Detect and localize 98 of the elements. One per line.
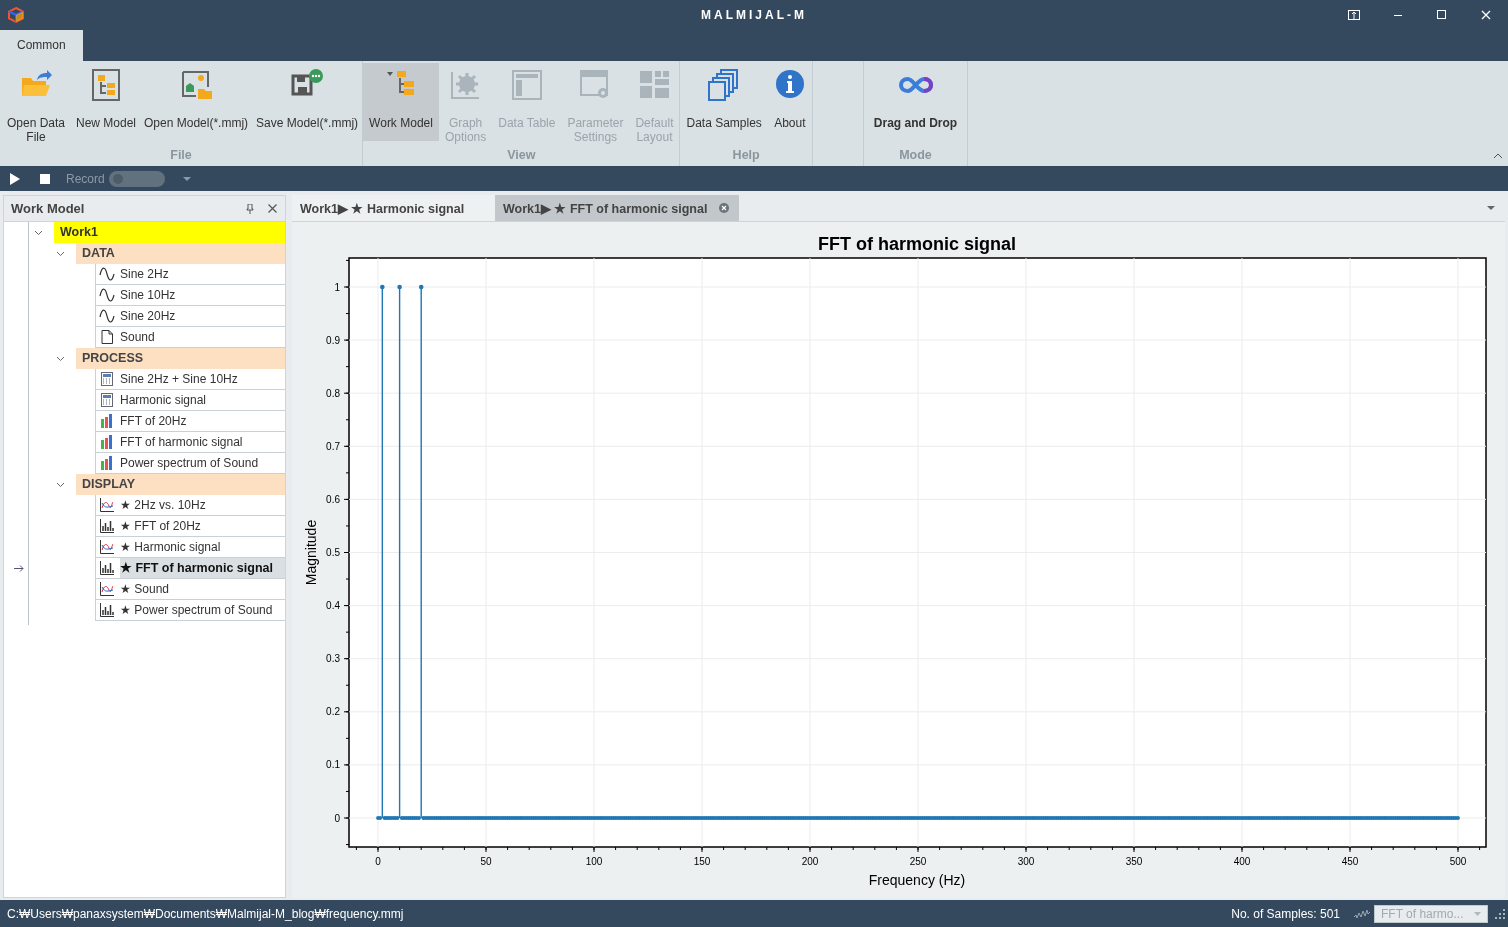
tree-document-icon: [91, 68, 121, 102]
x-tick-label: 300: [1017, 856, 1035, 867]
record-toggle[interactable]: [108, 170, 165, 187]
x-tick-label: 100: [585, 856, 603, 867]
y-tick-label: 0.4: [326, 600, 340, 612]
tree-item[interactable]: Sound: [120, 327, 285, 347]
line-chart-icon: [99, 539, 115, 555]
tree-item[interactable]: FFT of harmonic signal: [120, 432, 285, 452]
group-label: View: [506, 148, 537, 164]
tree-item[interactable]: ★ Sound: [120, 579, 285, 599]
tree-group-item[interactable]: PROCESS: [76, 347, 285, 370]
tree-item[interactable]: ★ FFT of harmonic signal: [120, 558, 285, 578]
table-icon: [509, 68, 544, 102]
ribbon-button[interactable]: Open Data File: [0, 63, 72, 141]
y-tick-label: 0.8: [326, 387, 340, 399]
tree-item[interactable]: ★ Power spectrum of Sound: [120, 600, 285, 620]
picture-folder-icon: [179, 68, 214, 102]
calculator-icon: [99, 392, 115, 408]
ribbon-tab[interactable]: Common: [0, 30, 83, 61]
tree-item[interactable]: Power spectrum of Sound: [120, 453, 285, 473]
sample-count: No. of Samples: 501: [1231, 906, 1340, 921]
calculator-icon: [99, 371, 115, 387]
y-tick-label: 0.7: [326, 440, 340, 452]
tree-item[interactable]: ★ Harmonic signal: [120, 537, 285, 557]
y-tick-label: 0: [334, 812, 340, 824]
sine-wave-icon: [99, 287, 115, 303]
bar-chart-icon: [99, 455, 115, 471]
x-tick-label: 500: [1449, 856, 1467, 867]
tree-group-item[interactable]: DISPLAY: [76, 473, 285, 496]
group-label: File: [169, 148, 193, 164]
ribbon-button[interactable]: About: [767, 63, 812, 141]
stop-icon[interactable]: [40, 173, 50, 184]
y-axis-label: Magnitude: [303, 519, 319, 586]
x-tick-label: 250: [909, 856, 927, 867]
tree-item[interactable]: Sine 2Hz: [120, 264, 285, 284]
current-arrow-icon: [14, 565, 24, 572]
resize-grip-icon: [1494, 907, 1506, 920]
ribbon-button[interactable]: Work Model: [363, 63, 439, 141]
ribbon-button[interactable]: Save Model(*.mmj): [252, 63, 363, 141]
file-path: C:₩Users₩panaxsystem₩Documents₩Malmijal-M_blog₩frequency.mmj: [7, 906, 405, 921]
record-label: Record: [66, 171, 105, 186]
ribbon-button[interactable]: New Model: [72, 63, 141, 141]
y-tick-label: 0.2: [326, 706, 340, 718]
y-tick-label: 0.6: [326, 493, 340, 505]
tree-item[interactable]: Sine 10Hz: [120, 285, 285, 305]
bar-chart-icon: [99, 518, 115, 534]
maximize-icon[interactable]: [1437, 10, 1447, 20]
close-icon[interactable]: [719, 203, 730, 213]
bar-chart-icon: [99, 434, 115, 450]
x-tick-label: 150: [693, 856, 711, 867]
tree-item[interactable]: Sine 20Hz: [120, 306, 285, 326]
tree-item[interactable]: ★ FFT of 20Hz: [120, 516, 285, 536]
y-tick-label: 0.5: [326, 547, 340, 558]
tree-root-item[interactable]: Work1: [54, 221, 285, 244]
bar-chart-icon: [99, 560, 115, 576]
y-tick-label: 0.9: [326, 334, 340, 346]
line-chart-icon: [99, 581, 115, 597]
ribbon-button[interactable]: Data Samples: [680, 63, 768, 141]
tree-item[interactable]: Harmonic signal: [120, 390, 285, 410]
window-layout-icon[interactable]: [1348, 10, 1360, 20]
y-tick-label: 0.1: [326, 759, 340, 771]
app-logo-icon: [7, 6, 25, 24]
tab-menu-caret-icon[interactable]: [1487, 206, 1495, 210]
x-tick-label: 200: [801, 856, 819, 867]
x-tick-label: 50: [480, 856, 492, 867]
x-tick-label: 400: [1233, 856, 1251, 867]
tree-item[interactable]: ★ 2Hz vs. 10Hz: [120, 495, 285, 515]
bar-chart-icon: [99, 413, 115, 429]
close-icon[interactable]: [268, 204, 277, 213]
dropdown-caret-icon[interactable]: [182, 176, 191, 181]
play-icon[interactable]: [10, 172, 20, 185]
group-label: Help: [731, 148, 761, 164]
x-axis-label: Frequency (Hz): [868, 872, 966, 888]
group-label: Mode: [898, 148, 933, 164]
x-tick-label: 450: [1341, 856, 1359, 867]
collapse-ribbon-icon[interactable]: [1494, 153, 1502, 158]
sine-wave-icon: [99, 308, 115, 324]
bar-chart-icon: [99, 602, 115, 618]
dropdown-caret-icon: [1474, 911, 1481, 916]
waveform-icon: [1354, 908, 1370, 919]
pin-icon[interactable]: [246, 203, 254, 214]
y-tick-label: 0.3: [326, 653, 340, 665]
document-tab[interactable]: Work1▶ ★ Harmonic signal: [292, 195, 495, 221]
window-title: MALMIJAL-M: [701, 8, 807, 22]
document-icon: [99, 329, 115, 345]
document-tab[interactable]: Work1▶ ★ FFT of harmonic signal: [495, 195, 740, 221]
ribbon-button[interactable]: Open Model(*.mmj): [140, 63, 253, 141]
y-tick-label: 1: [334, 281, 340, 293]
panel-title: Work Model: [11, 201, 86, 216]
tree-item[interactable]: Sine 2Hz + Sine 10Hz: [120, 369, 285, 389]
ribbon-button[interactable]: Drag and Drop: [863, 63, 968, 141]
sine-wave-icon: [99, 266, 115, 282]
line-chart-icon: [99, 497, 115, 513]
x-tick-label: 0: [375, 856, 381, 867]
x-tick-label: 350: [1125, 856, 1143, 867]
tree-group-item[interactable]: DATA: [76, 242, 285, 265]
chart-title: FFT of harmonic signal: [818, 234, 1016, 254]
tree-item[interactable]: FFT of 20Hz: [120, 411, 285, 431]
